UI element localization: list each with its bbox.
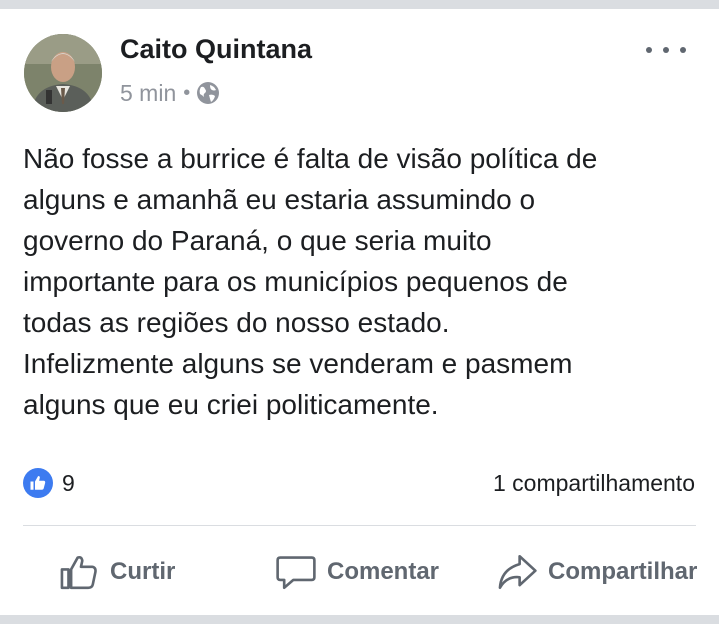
globe-icon xyxy=(196,81,220,105)
post-text-line: alguns e amanhã eu estaria assumindo o xyxy=(23,184,536,215)
comment-icon xyxy=(276,556,316,590)
thumbs-up-icon xyxy=(60,555,97,590)
post-text-line: governo do Paraná, o que seria muito xyxy=(23,225,492,256)
avatar[interactable] xyxy=(24,34,102,112)
share-count[interactable]: 1 compartilhamento xyxy=(493,470,695,497)
share-arrow-icon xyxy=(498,554,537,590)
comment-label: Comentar xyxy=(327,558,440,585)
author-name[interactable]: Caito Quintana xyxy=(120,34,312,65)
post-meta: 5 min • xyxy=(120,78,220,108)
post-text-line: Infelizmente alguns se venderam e pasmem xyxy=(23,348,573,379)
like-button[interactable]: Curtir xyxy=(58,549,175,595)
post-text-line: alguns que eu criei politicamente. xyxy=(23,389,439,420)
post-text: Não fosse a burrice é falta de visão pol… xyxy=(23,138,703,425)
comment-button[interactable]: Comentar xyxy=(275,549,439,595)
like-count[interactable]: 9 xyxy=(62,470,75,497)
post-timestamp[interactable]: 5 min xyxy=(120,80,176,107)
post-text-line: importante para os municípios pequenos d… xyxy=(23,266,568,297)
like-reaction-icon[interactable] xyxy=(23,468,53,498)
post-text-line: todas as regiões do nosso estado. xyxy=(23,307,450,338)
like-label: Curtir xyxy=(110,558,176,585)
top-separator xyxy=(0,0,719,9)
meta-separator: • xyxy=(183,81,191,104)
post-text-line: Não fosse a burrice é falta de visão pol… xyxy=(23,143,598,174)
divider xyxy=(23,525,696,526)
more-options-icon[interactable] xyxy=(646,39,686,61)
bottom-separator xyxy=(0,615,719,624)
share-label: Compartilhar xyxy=(548,558,698,585)
share-button[interactable]: Compartilhar xyxy=(496,549,697,595)
